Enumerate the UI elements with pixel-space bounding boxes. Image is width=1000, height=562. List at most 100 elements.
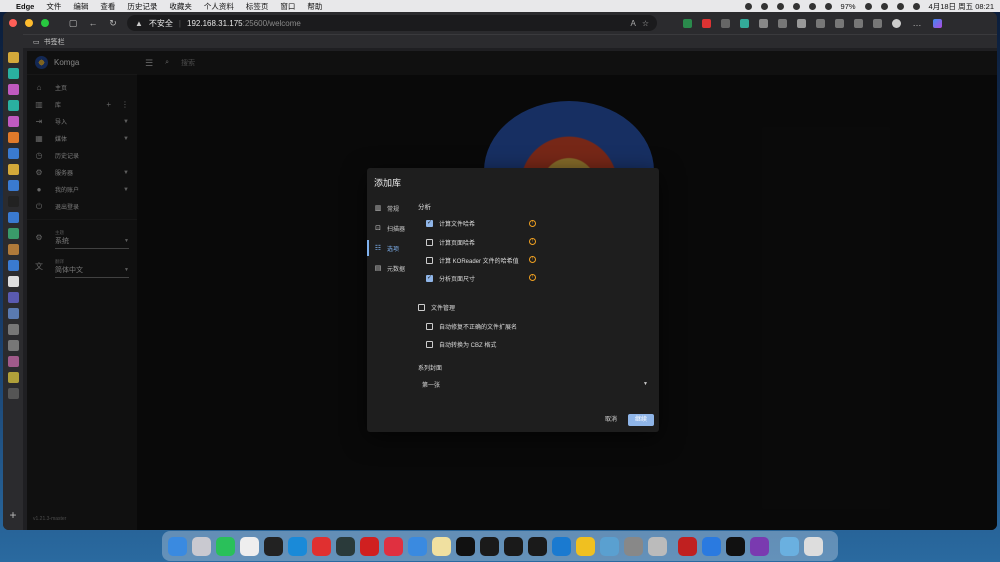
tab-favicon[interactable]: [7, 388, 19, 399]
app-icon[interactable]: [576, 536, 595, 556]
app-icon[interactable]: [702, 536, 721, 556]
pycharm-icon[interactable]: [480, 536, 499, 556]
menu-view[interactable]: 查看: [100, 1, 115, 12]
option-repair-extensions[interactable]: 自动修复不正确的文件扩展名: [426, 322, 517, 331]
extension-icon[interactable]: [702, 18, 711, 28]
downloads-icon[interactable]: [854, 18, 863, 28]
history-icon[interactable]: [835, 18, 844, 28]
menu-app-name[interactable]: Edge: [16, 2, 34, 11]
trash-icon[interactable]: [804, 536, 823, 556]
close-window-button[interactable]: [9, 19, 17, 27]
insecure-label[interactable]: 不安全: [149, 18, 173, 29]
tab-favicon[interactable]: [7, 52, 19, 63]
onenote-icon[interactable]: [750, 536, 769, 556]
app-icon[interactable]: [648, 536, 667, 556]
bookmarks-folder[interactable]: 书签栏: [44, 37, 65, 47]
profile-avatar[interactable]: [892, 18, 901, 28]
read-aloud-icon[interactable]: A: [630, 19, 635, 28]
tab-favicon[interactable]: [7, 84, 19, 95]
extension-icon[interactable]: [759, 18, 768, 28]
status-icon[interactable]: [792, 2, 800, 10]
wifi-icon[interactable]: [880, 2, 888, 10]
app-icon[interactable]: [360, 536, 379, 556]
tab-general[interactable]: ▥ 常规: [367, 198, 417, 218]
finder-icon[interactable]: [168, 536, 187, 556]
webstorm-icon[interactable]: [528, 536, 547, 556]
tab-favicon[interactable]: [7, 164, 19, 175]
battery-percentage[interactable]: 97%: [841, 2, 856, 11]
back-arrow-icon[interactable]: ←: [87, 17, 99, 29]
tab-favicon[interactable]: [7, 148, 19, 159]
cancel-button[interactable]: 取消: [600, 414, 622, 426]
option-convert-cbz[interactable]: 自动转换为 CBZ 格式: [426, 340, 496, 349]
checkbox-file-hash[interactable]: [426, 219, 433, 227]
address-bar[interactable]: ▲ 不安全 | 192.168.31.175:25600/welcome A ☆: [127, 15, 657, 31]
tab-favicon[interactable]: [7, 324, 19, 335]
info-warning-icon[interactable]: !: [529, 274, 536, 281]
search-icon[interactable]: [896, 2, 904, 10]
terminal-icon[interactable]: [726, 536, 745, 556]
tab-favicon[interactable]: [7, 260, 19, 271]
more-options-icon[interactable]: …: [911, 17, 923, 29]
tab-actions-icon[interactable]: ▢: [67, 17, 79, 29]
status-icon[interactable]: [760, 2, 768, 10]
shield-icon[interactable]: [740, 18, 749, 28]
launchpad-icon[interactable]: [192, 536, 211, 556]
mail-icon[interactable]: [408, 536, 427, 556]
tab-favicon[interactable]: [7, 292, 19, 303]
menu-file[interactable]: 文件: [46, 1, 61, 12]
tab-favicon[interactable]: [7, 180, 19, 191]
tab-favicon[interactable]: [7, 132, 19, 143]
intellij-icon[interactable]: [456, 536, 475, 556]
series-cover-select[interactable]: 第一张 ▼: [422, 380, 648, 392]
tab-favicon[interactable]: [7, 340, 19, 351]
option-page-dimensions[interactable]: 分析页面尺寸: [426, 274, 475, 283]
tab-options[interactable]: ☷ 选项: [367, 238, 417, 258]
tab-favicon[interactable]: [7, 228, 19, 239]
menu-help[interactable]: 帮助: [307, 1, 322, 12]
tab-favicon-active[interactable]: [7, 276, 19, 287]
app-icon[interactable]: [600, 536, 619, 556]
tab-scanner[interactable]: ⊡ 扫描器: [367, 218, 417, 238]
info-warning-icon[interactable]: !: [529, 238, 536, 245]
info-warning-icon[interactable]: !: [529, 220, 536, 227]
tab-metadata[interactable]: ▤ 元数据: [367, 258, 417, 278]
battery-icon[interactable]: [864, 2, 872, 10]
status-icon[interactable]: [776, 2, 784, 10]
checkbox-convert-cbz[interactable]: [426, 341, 433, 348]
extensions-puzzle-icon[interactable]: [797, 18, 806, 28]
edge-browser-icon[interactable]: [288, 536, 307, 556]
favorite-star-icon[interactable]: ☆: [642, 19, 649, 28]
chat-app-icon[interactable]: [240, 536, 259, 556]
copilot-icon[interactable]: [933, 18, 942, 28]
option-koreader-hash[interactable]: 计算 KOReader 文件的哈希值: [426, 256, 519, 265]
tab-favicon[interactable]: [7, 116, 19, 127]
datagrip-icon[interactable]: [504, 536, 523, 556]
menu-profiles[interactable]: 个人资料: [204, 1, 234, 12]
zoom-window-button[interactable]: [41, 19, 49, 27]
reload-icon[interactable]: ↻: [107, 17, 119, 29]
youdao-icon[interactable]: [384, 536, 403, 556]
next-button[interactable]: 继续: [628, 414, 654, 426]
vscode-icon[interactable]: [552, 536, 571, 556]
minimize-window-button[interactable]: [25, 19, 33, 27]
menu-window[interactable]: 窗口: [280, 1, 295, 12]
tab-favicon[interactable]: [7, 308, 19, 319]
menu-favorites[interactable]: 收藏夹: [169, 1, 192, 12]
downloads-folder-icon[interactable]: [780, 536, 799, 556]
wechat-icon[interactable]: [216, 536, 235, 556]
warning-icon[interactable]: ▲: [135, 19, 143, 28]
tab-favicon[interactable]: [7, 68, 19, 79]
wps-icon[interactable]: [312, 536, 331, 556]
qq-icon[interactable]: [264, 536, 283, 556]
tab-favicon[interactable]: [7, 100, 19, 111]
menu-tabs[interactable]: 标签页: [246, 1, 269, 12]
status-icon[interactable]: [808, 2, 816, 10]
menu-history[interactable]: 历史记录: [127, 1, 157, 12]
checkbox-repair-extensions[interactable]: [426, 323, 433, 330]
favorites-icon[interactable]: [816, 18, 825, 28]
tab-favicon[interactable]: [7, 212, 19, 223]
checkbox-koreader-hash[interactable]: [426, 257, 433, 264]
performance-icon[interactable]: [873, 18, 882, 28]
tab-favicon[interactable]: [7, 372, 19, 383]
